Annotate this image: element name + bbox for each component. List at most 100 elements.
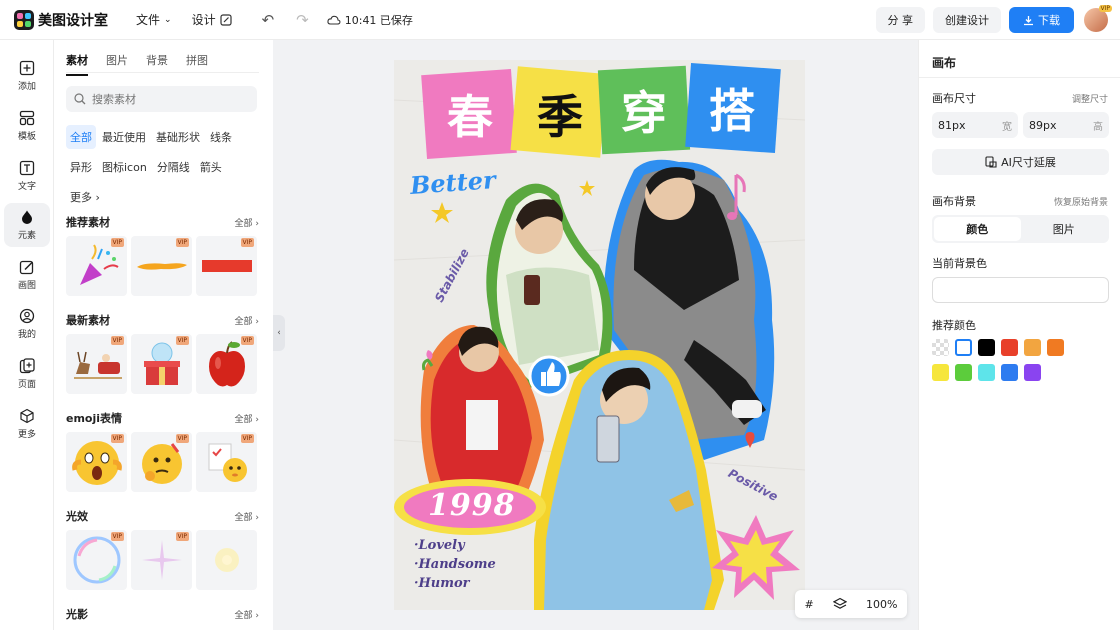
share-button[interactable]: 分 享 <box>875 7 925 33</box>
asset-reindeer-sleigh[interactable]: VIP <box>66 334 127 394</box>
vip-badge: VIP <box>110 238 124 247</box>
see-all-link[interactable]: 全部 › <box>235 314 259 327</box>
chip-icons[interactable]: 图标icon <box>98 155 151 179</box>
properties-panel: 画布 画布尺寸 调整尺寸 81px 宽 89px 高 AI尺寸延展 画布背景 恢复原… <box>918 40 1120 630</box>
thinking-emoji-icon <box>141 443 182 484</box>
shapes-icon <box>22 210 32 224</box>
asset-glow[interactable] <box>196 530 257 590</box>
chip-more[interactable]: 更多 › <box>66 185 104 209</box>
search-input[interactable] <box>92 92 242 106</box>
rail-item-text[interactable]: 文字 <box>4 154 50 198</box>
rail-item-template[interactable]: 模板 <box>4 104 50 148</box>
rail-item-elements[interactable]: 元素 <box>4 203 50 247</box>
rail-label: 更多 <box>17 430 36 440</box>
party-popper-icon <box>79 244 119 285</box>
canvas-size-label: 画布尺寸 <box>932 92 976 105</box>
asset-emoji-checklist[interactable]: VIP <box>196 432 257 492</box>
panel-title: 画布 <box>932 56 957 70</box>
chip-recent[interactable]: 最近使用 <box>98 125 150 149</box>
restore-bg-link[interactable]: 恢复原始背景 <box>1054 195 1108 208</box>
chip-irregular[interactable]: 异形 <box>66 155 96 179</box>
see-all-link[interactable]: 全部 › <box>235 412 259 425</box>
color-swatches <box>932 339 1112 389</box>
checklist-emoji-icon <box>208 443 247 482</box>
asset-emoji-thinking[interactable]: VIP <box>131 432 192 492</box>
color-swatch[interactable] <box>1024 339 1041 356</box>
seg-color[interactable]: 颜色 <box>934 217 1021 241</box>
download-label: 下载 <box>1038 14 1060 27</box>
avatar[interactable]: VIP <box>1084 5 1112 32</box>
color-swatch[interactable] <box>978 364 995 381</box>
seg-image[interactable]: 图片 <box>1021 217 1108 241</box>
app-logo[interactable]: 美图设计室 <box>14 9 108 30</box>
height-unit: 高 <box>1093 121 1103 133</box>
file-menu[interactable]: 文件 ⌄ <box>136 11 172 28</box>
cloud-icon <box>327 15 341 25</box>
download-button[interactable]: 下载 <box>1009 7 1074 33</box>
current-bg-swatch[interactable] <box>932 277 1109 303</box>
rail-item-pages[interactable]: 页面 <box>4 352 50 396</box>
zoom-level[interactable]: 100% <box>866 598 897 611</box>
recommended-colors-label: 推荐颜色 <box>932 319 976 332</box>
color-swatch[interactable] <box>1024 364 1041 381</box>
color-swatch[interactable] <box>932 339 949 356</box>
rail-label: 元素 <box>17 231 36 241</box>
asset-apple[interactable]: VIP <box>196 334 257 394</box>
vip-badge: VIP <box>110 532 124 541</box>
chip-basic-shapes[interactable]: 基础形状 <box>152 125 204 149</box>
section-title: emoji表情 <box>66 412 123 425</box>
asset-bubble[interactable]: VIP <box>66 530 127 590</box>
divider <box>919 77 1120 78</box>
design-poster[interactable]: 春 季 穿 搭 Better Stabilize 1998 Positive ·… <box>394 60 805 610</box>
asset-sparkle[interactable]: VIP <box>131 530 192 590</box>
collapse-panel-handle[interactable]: ‹ <box>273 315 285 351</box>
ai-extend-label: AI尺寸延展 <box>1001 156 1056 169</box>
divider <box>66 72 259 73</box>
lovely-text: ·Lovely <box>414 538 465 553</box>
gift-box-icon <box>143 342 180 385</box>
undo-icon[interactable]: ↶ <box>262 11 275 29</box>
color-swatch[interactable] <box>1001 339 1018 356</box>
layers-icon[interactable] <box>832 597 847 611</box>
edit-icon <box>219 13 232 26</box>
grid-icon[interactable]: # <box>805 598 814 611</box>
width-field[interactable]: 81px 宽 <box>932 112 1018 138</box>
asset-panel: 素材 图片 背景 拼图 全部最近使用基础形状线条 异形图标icon分隔线箭头 更… <box>55 40 273 630</box>
chip-all[interactable]: 全部 <box>66 125 96 149</box>
see-all-link[interactable]: 全部 › <box>235 216 259 229</box>
color-swatch[interactable] <box>1047 339 1064 356</box>
rail-item-draw[interactable]: 画图 <box>4 253 50 297</box>
redo-icon[interactable]: ↷ <box>296 11 309 29</box>
see-all-link[interactable]: 全部 › <box>235 510 259 523</box>
rail-label: 画图 <box>17 281 36 291</box>
chip-dividers[interactable]: 分隔线 <box>153 155 194 179</box>
color-swatch[interactable] <box>1001 364 1018 381</box>
ai-extend-button[interactable]: AI尺寸延展 <box>932 149 1109 175</box>
rail-item-mine[interactable]: 我的 <box>4 302 50 346</box>
color-swatch[interactable] <box>955 339 972 356</box>
rail-item-add[interactable]: 添加 <box>4 54 50 98</box>
design-menu[interactable]: 设计 <box>192 11 232 28</box>
current-bg-label: 当前背景色 <box>932 257 987 270</box>
search-box[interactable] <box>66 86 257 112</box>
create-design-button[interactable]: 创建设计 <box>933 7 1001 33</box>
rail-item-more[interactable]: 更多 <box>4 402 50 446</box>
asset-brush-stroke[interactable]: VIP <box>131 236 192 296</box>
asset-gift-box[interactable]: VIP <box>131 334 192 394</box>
vip-badge: VIP <box>240 434 254 443</box>
rail-label: 页面 <box>17 380 36 390</box>
title-char-1: 春 <box>447 90 493 144</box>
color-swatch[interactable] <box>978 339 995 356</box>
see-all-link[interactable]: 全部 › <box>235 608 259 621</box>
color-swatch[interactable] <box>955 364 972 381</box>
download-icon <box>1024 15 1033 25</box>
color-swatch[interactable] <box>932 364 949 381</box>
asset-red-bar[interactable]: VIP <box>196 236 257 296</box>
chip-lines[interactable]: 线条 <box>206 125 236 149</box>
chip-arrows[interactable]: 箭头 <box>196 155 226 179</box>
asset-party-popper[interactable]: VIP <box>66 236 127 296</box>
draw-icon <box>19 260 34 275</box>
height-field[interactable]: 89px 高 <box>1023 112 1109 138</box>
asset-emoji-shocked[interactable]: VIP <box>66 432 127 492</box>
adjust-size-link[interactable]: 调整尺寸 <box>1072 92 1108 105</box>
